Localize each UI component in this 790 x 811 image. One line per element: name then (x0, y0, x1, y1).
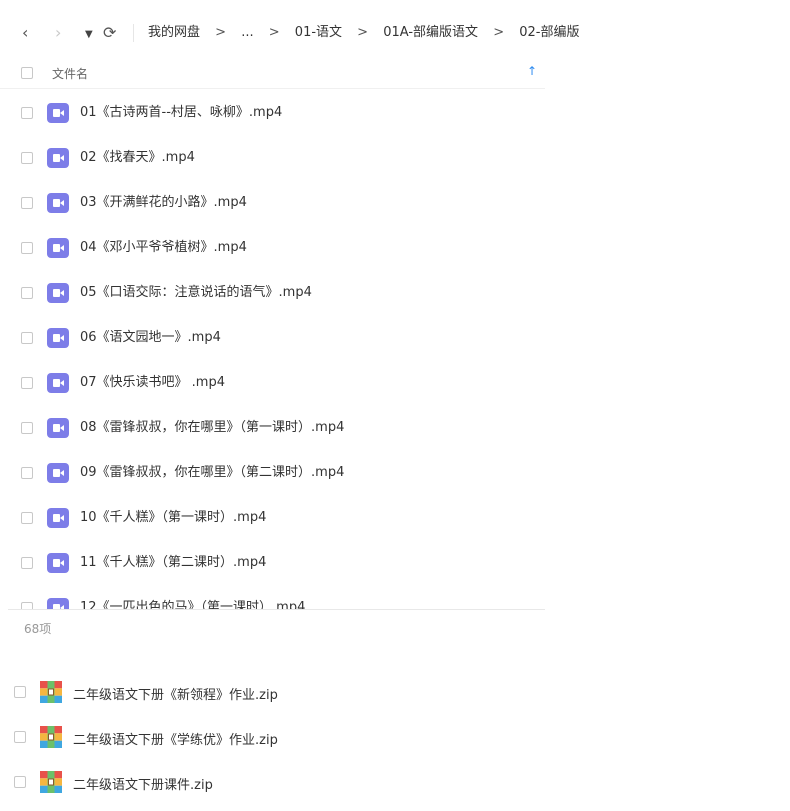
file-name[interactable]: 07《快乐读书吧》 .mp4 (80, 375, 225, 391)
file-name[interactable]: 09《雷锋叔叔，你在哪里》（第二课时）.mp4 (80, 465, 344, 481)
back-button[interactable]: ‹ (22, 22, 28, 44)
refresh-icon[interactable]: ⟳ (103, 22, 116, 44)
video-file-icon (47, 193, 69, 213)
file-checkbox[interactable] (21, 557, 33, 569)
video-file-icon (47, 328, 69, 348)
file-name[interactable]: 12《一匹出色的马》（第一课时）.mp4 (80, 600, 305, 609)
history-dropdown-icon[interactable]: ▼ (85, 24, 93, 46)
breadcrumb-item-ellipsis[interactable]: ... (241, 24, 253, 42)
zip-file-name[interactable]: 二年级语文下册课件.zip (73, 774, 213, 793)
file-row[interactable]: 07《快乐读书吧》 .mp4 (0, 358, 545, 403)
video-file-icon (47, 508, 69, 528)
breadcrumb-separator: > (215, 25, 227, 40)
file-checkbox[interactable] (21, 152, 33, 164)
zip-file-checkbox[interactable] (14, 731, 26, 743)
file-row[interactable]: 11《千人糕》（第二课时）.mp4 (0, 538, 545, 583)
file-list: 01《古诗两首--村居、咏柳》.mp4 02《找春天》.mp4 03《开满鲜花的小路… (0, 88, 545, 609)
file-row[interactable]: 02《找春天》.mp4 (0, 133, 545, 178)
video-file-icon (47, 103, 69, 123)
file-checkbox[interactable] (21, 377, 33, 389)
file-checkbox[interactable] (21, 107, 33, 119)
zip-file-row[interactable]: 二年级语文下册《学练优》作业.zip (0, 722, 400, 752)
file-row[interactable]: 08《雷锋叔叔，你在哪里》（第一课时）.mp4 (0, 403, 545, 448)
file-row[interactable]: 06《语文园地一》.mp4 (0, 313, 545, 358)
file-checkbox[interactable] (21, 467, 33, 479)
video-file-icon (47, 553, 69, 573)
breadcrumb-separator: > (357, 25, 369, 40)
file-checkbox[interactable] (21, 512, 33, 524)
file-row[interactable]: 05《口语交际：注意说话的语气》.mp4 (0, 268, 545, 313)
file-checkbox[interactable] (21, 197, 33, 209)
list-divider (8, 609, 545, 610)
forward-button[interactable]: › (55, 22, 61, 44)
breadcrumb-separator: > (268, 25, 280, 40)
file-checkbox[interactable] (21, 242, 33, 254)
breadcrumb: 我的网盘 > ... > 01-语文 > 01A-部编版语文 > 02-部编版 (148, 24, 579, 42)
file-row[interactable]: 01《古诗两首--村居、咏柳》.mp4 (0, 88, 545, 133)
navigation-bar: ‹ › ▼ ⟳ 我的网盘 > ... > 01-语文 > 01A-部编版语文 >… (0, 0, 579, 62)
file-name[interactable]: 05《口语交际：注意说话的语气》.mp4 (80, 285, 312, 301)
zip-file-row[interactable]: 二年级语文下册课件.zip (0, 767, 400, 797)
video-file-icon (47, 463, 69, 483)
zip-archive-icon (40, 681, 62, 703)
file-name[interactable]: 06《语文园地一》.mp4 (80, 330, 221, 346)
file-name[interactable]: 02《找春天》.mp4 (80, 150, 195, 166)
zip-file-row[interactable]: 二年级语文下册《新领程》作业.zip (0, 677, 400, 707)
nav-divider (133, 24, 134, 42)
file-name[interactable]: 03《开满鲜花的小路》.mp4 (80, 195, 247, 211)
item-count: 68项 (24, 622, 52, 636)
breadcrumb-separator: > (493, 25, 505, 40)
video-file-icon (47, 598, 69, 609)
file-row[interactable]: 12《一匹出色的马》（第一课时）.mp4 (0, 583, 545, 609)
breadcrumb-item-current[interactable]: 02-部编版 (519, 24, 579, 42)
zip-file-name[interactable]: 二年级语文下册《学练优》作业.zip (73, 729, 278, 748)
sort-ascending-icon[interactable]: ↑ (527, 64, 537, 78)
video-file-icon (47, 283, 69, 303)
breadcrumb-item-root[interactable]: 我的网盘 (148, 24, 200, 42)
breadcrumb-item-edition[interactable]: 01A-部编版语文 (383, 24, 478, 42)
file-row[interactable]: 04《邓小平爷爷植树》.mp4 (0, 223, 545, 268)
select-all-checkbox[interactable] (21, 67, 33, 79)
file-name[interactable]: 04《邓小平爷爷植树》.mp4 (80, 240, 247, 256)
zip-file-name[interactable]: 二年级语文下册《新领程》作业.zip (73, 684, 278, 703)
zip-archive-icon (40, 726, 62, 748)
video-file-icon (47, 148, 69, 168)
zip-archive-icon (40, 771, 62, 793)
video-file-icon (47, 238, 69, 258)
file-name[interactable]: 08《雷锋叔叔，你在哪里》（第一课时）.mp4 (80, 420, 344, 436)
video-file-icon (47, 373, 69, 393)
file-checkbox[interactable] (21, 287, 33, 299)
zip-file-checkbox[interactable] (14, 776, 26, 788)
zip-file-checkbox[interactable] (14, 686, 26, 698)
file-name[interactable]: 01《古诗两首--村居、咏柳》.mp4 (80, 105, 282, 121)
file-list-header: 文件名 ↑ (0, 58, 545, 89)
file-name[interactable]: 10《千人糕》（第一课时）.mp4 (80, 510, 266, 526)
breadcrumb-item-chinese[interactable]: 01-语文 (295, 24, 342, 42)
file-name[interactable]: 11《千人糕》（第二课时）.mp4 (80, 555, 266, 571)
video-file-icon (47, 418, 69, 438)
file-checkbox[interactable] (21, 422, 33, 434)
file-checkbox[interactable] (21, 602, 33, 609)
file-row[interactable]: 09《雷锋叔叔，你在哪里》（第二课时）.mp4 (0, 448, 545, 493)
file-row[interactable]: 03《开满鲜花的小路》.mp4 (0, 178, 545, 223)
file-row[interactable]: 10《千人糕》（第一课时）.mp4 (0, 493, 545, 538)
column-header-filename[interactable]: 文件名 (52, 65, 88, 82)
file-checkbox[interactable] (21, 332, 33, 344)
